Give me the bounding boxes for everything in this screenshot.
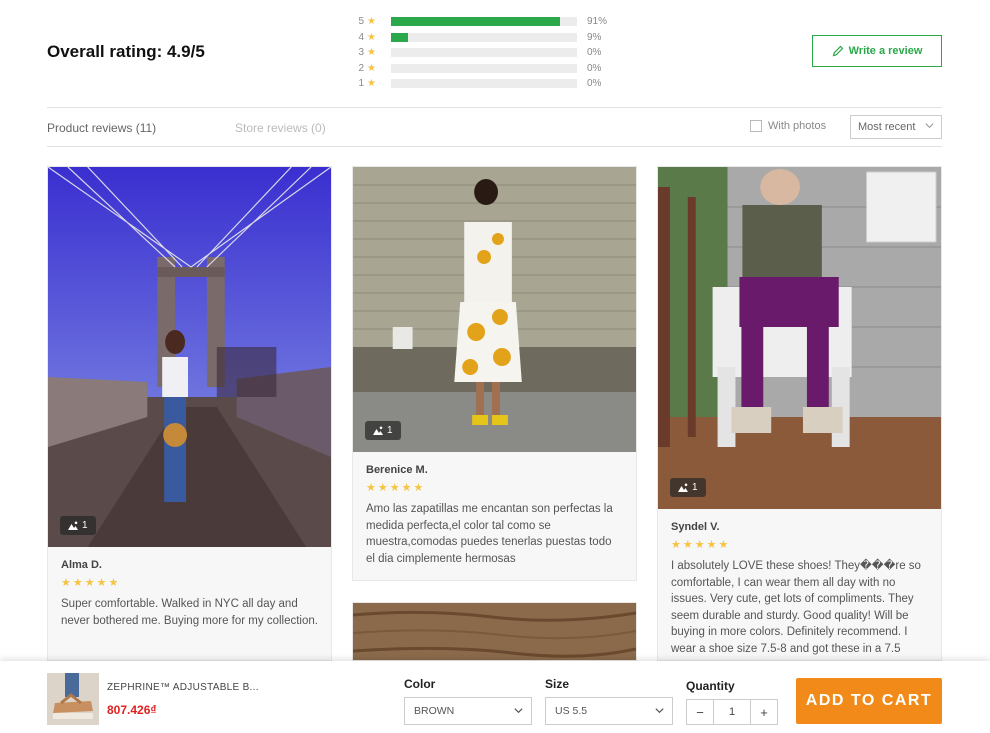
photo-count-badge: 1	[670, 478, 706, 497]
star-icon: ★	[367, 16, 376, 28]
rating-row-stars: 2	[358, 62, 364, 74]
image-icon	[68, 521, 78, 530]
chevron-down-icon	[925, 123, 934, 129]
add-to-cart-button[interactable]: ADD TO CART	[796, 678, 942, 724]
review-card[interactable]: 1 Alma D. ★★★★★ Super comfortable. Walke…	[47, 166, 332, 661]
review-text: I absolutely LOVE these shoes! They���re…	[671, 560, 921, 655]
rating-row-3: 3 ★ 0%	[356, 45, 616, 61]
with-photos-label: With photos	[768, 120, 827, 132]
review-stars: ★★★★★	[61, 577, 121, 589]
reviewer-name: Berenice M.	[366, 464, 428, 476]
rating-row-2: 2 ★ 0%	[356, 61, 616, 77]
porch-photo-image	[658, 167, 941, 509]
rating-row-5: 5 ★ 91%	[356, 14, 616, 30]
review-photo[interactable]: 1	[658, 167, 941, 509]
rating-distribution: 5 ★ 91% 4 ★ 9% 3 ★ 0% 2 ★ 0% 1 ★ 0%	[356, 14, 616, 92]
sort-value: Most recent	[858, 121, 916, 133]
star-icon: ★	[367, 31, 376, 43]
rating-row-stars: 1	[358, 78, 364, 90]
chevron-down-icon	[514, 708, 523, 714]
sandal-product-image	[47, 673, 99, 725]
rating-row-stars: 5	[358, 16, 364, 28]
rating-percent: 91%	[587, 16, 608, 28]
color-value: BROWN	[414, 705, 455, 717]
rating-row-1: 1 ★ 0%	[356, 76, 616, 92]
with-photos-checkbox[interactable]	[750, 120, 762, 132]
quantity-stepper: − 1 +	[686, 699, 778, 725]
image-icon	[678, 483, 688, 492]
rating-bar	[391, 32, 577, 42]
photo-count: 1	[82, 520, 88, 531]
tab-product-reviews[interactable]: Product reviews (11)	[47, 121, 156, 135]
rating-bar	[391, 63, 577, 73]
divider	[47, 146, 942, 147]
rating-bar	[391, 48, 577, 58]
image-icon	[373, 426, 383, 435]
rating-bar-fill	[391, 32, 408, 42]
photo-count-badge: 1	[60, 516, 96, 535]
review-photo[interactable]: 1	[48, 167, 331, 547]
divider	[47, 107, 942, 108]
chevron-down-icon	[655, 708, 664, 714]
review-card[interactable]	[352, 602, 637, 661]
photo-count-badge: 1	[365, 421, 401, 440]
review-stars: ★★★★★	[366, 482, 426, 494]
write-review-label: Write a review	[848, 45, 923, 57]
quantity-increase-button[interactable]: +	[751, 700, 777, 724]
photo-count: 1	[387, 425, 393, 436]
overall-rating: Overall rating: 4.9/5	[47, 42, 205, 61]
review-photo[interactable]: 1	[353, 167, 636, 452]
rating-row-4: 4 ★ 9%	[356, 30, 616, 46]
with-photos-filter[interactable]: With photos	[750, 120, 826, 132]
rating-row-stars: 3	[358, 47, 364, 59]
pencil-icon	[832, 45, 843, 57]
review-card[interactable]: 1 Syndel V. ★★★★★ I absolutely LOVE thes…	[657, 166, 942, 661]
size-select[interactable]: US 5.5	[545, 697, 673, 725]
rating-bar	[391, 79, 577, 89]
rating-bar-fill	[391, 17, 561, 27]
add-to-cart-bar: ZEPHRINE™ ADJUSTABLE B... 807.426₫ Color…	[0, 661, 990, 733]
rating-percent: 9%	[587, 31, 602, 43]
quantity-decrease-button[interactable]: −	[687, 700, 713, 724]
review-card[interactable]: 1 Berenice M. ★★★★★ Amo las zapatillas m…	[352, 166, 637, 581]
sort-select[interactable]: Most recent	[850, 115, 942, 139]
rating-percent: 0%	[587, 47, 602, 59]
star-icon: ★	[367, 78, 376, 90]
photo-count: 1	[692, 482, 698, 493]
quantity-label: Quantity	[686, 679, 735, 693]
rating-row-stars: 4	[358, 31, 364, 43]
wood-photo-image	[353, 603, 636, 660]
product-price: 807.426₫	[107, 703, 157, 717]
size-value: US 5.5	[555, 705, 588, 717]
review-text: Amo las zapatillas me encantan son perfe…	[366, 503, 613, 565]
tab-store-reviews[interactable]: Store reviews (0)	[235, 121, 326, 135]
star-icon: ★	[367, 62, 376, 74]
color-select[interactable]: BROWN	[404, 697, 532, 725]
review-text: Super comfortable. Walked in NYC all day…	[61, 598, 318, 627]
quantity-input[interactable]: 1	[713, 700, 751, 724]
size-label: Size	[545, 677, 570, 691]
write-review-button[interactable]: Write a review	[812, 35, 942, 67]
reviewer-name: Syndel V.	[671, 521, 720, 533]
rating-percent: 0%	[587, 78, 602, 90]
siding-photo-image	[353, 167, 636, 452]
review-stars: ★★★★★	[671, 539, 731, 551]
reviewer-name: Alma D.	[61, 559, 102, 571]
star-icon: ★	[367, 47, 376, 59]
product-name: ZEPHRINE™ ADJUSTABLE B...	[107, 682, 259, 693]
rating-bar	[391, 17, 577, 27]
rating-percent: 0%	[587, 62, 602, 74]
color-label: Color	[404, 677, 436, 691]
bridge-photo-image	[48, 167, 331, 547]
review-photo[interactable]	[353, 603, 636, 660]
product-thumbnail[interactable]	[47, 673, 99, 725]
